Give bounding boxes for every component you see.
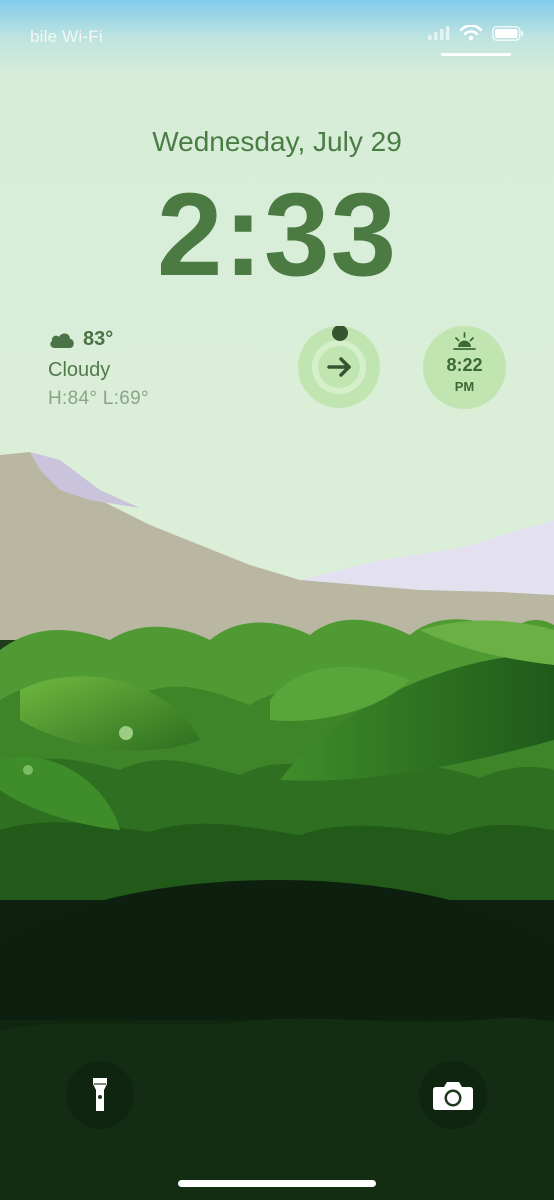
lock-time: 2:33	[156, 169, 398, 301]
cloud-icon	[50, 332, 74, 348]
weather-condition: Cloudy	[48, 359, 111, 381]
sunset-icon	[453, 332, 476, 350]
cellular-signal-icon	[428, 26, 450, 40]
flashlight-button[interactable]	[66, 1061, 134, 1129]
lock-date: Wednesday, July 29	[152, 126, 402, 157]
home-indicator[interactable]	[178, 1180, 376, 1187]
battery-icon	[492, 25, 524, 41]
wifi-icon	[460, 25, 482, 41]
camera-icon	[433, 1082, 473, 1110]
camera-button[interactable]	[419, 1061, 487, 1129]
sunset-time: 8:22	[446, 355, 483, 375]
status-icons	[428, 25, 524, 41]
activity-ring-widget[interactable]	[298, 325, 380, 408]
weather-temperature: 83°	[83, 328, 114, 350]
weather-high-low: H:84° L:69°	[48, 388, 149, 409]
sunset-widget[interactable]: 8:22 PM	[423, 326, 506, 409]
carrier-label: bile Wi-Fi	[30, 27, 103, 46]
status-underline	[441, 53, 511, 56]
weather-widget[interactable]: 83° Cloudy H:84° L:69°	[48, 328, 149, 410]
flashlight-icon	[93, 1078, 107, 1111]
sunset-ampm: PM	[454, 379, 475, 394]
